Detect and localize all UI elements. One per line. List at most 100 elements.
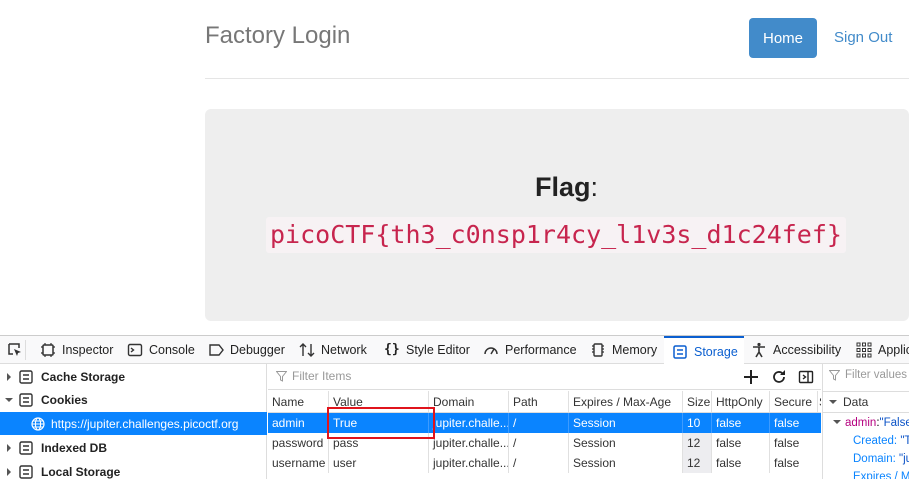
filter-placeholder: Filter Items (292, 369, 352, 383)
table-cell: / (508, 453, 568, 473)
storage-tree: Cache Storage Cookies https://jupiter.ch… (0, 364, 267, 479)
tab-application[interactable]: Applic (856, 336, 909, 364)
tab-console[interactable]: Console (127, 336, 195, 364)
table-cell: false (711, 453, 769, 473)
tree-item-cookie-host[interactable]: https://jupiter.challenges.picoctf.org (0, 412, 267, 435)
table-toolbar: Filter Items (268, 364, 821, 390)
storage-icon (19, 369, 33, 384)
devtools-toolbar: Inspector Console Debugger Network {} St… (0, 336, 909, 365)
column-header[interactable]: Size (682, 391, 711, 412)
tab-memory-label: Memory (612, 343, 658, 357)
tab-inspector[interactable]: Inspector (40, 336, 113, 364)
storage-icon (19, 440, 33, 455)
created-value: "Tu (900, 435, 909, 447)
table-cell[interactable]: user (328, 453, 428, 473)
tree-item-local-storage[interactable]: Local Storage (0, 460, 267, 479)
data-created: Created: "Tu (853, 435, 909, 447)
tab-application-label: Applic (878, 343, 909, 357)
table-cell: Session (568, 433, 682, 453)
tab-network[interactable]: Network (299, 336, 367, 364)
expand-arrow-icon[interactable] (5, 467, 13, 476)
data-domain: Domain: "ju (853, 453, 909, 465)
filter-items-input[interactable]: Filter Items (276, 369, 351, 383)
filter-values-input[interactable]: Filter values (829, 369, 907, 381)
collapse-arrow-icon[interactable] (5, 396, 13, 404)
table-cell: Session (568, 453, 682, 473)
sign-out-link[interactable]: Sign Out (834, 29, 892, 46)
column-header[interactable]: Path (508, 391, 568, 412)
debugger-icon (209, 344, 224, 356)
storage-icon (19, 392, 33, 407)
column-header[interactable]: S (817, 391, 821, 412)
table-cell: 12 (682, 453, 711, 473)
web-page: Factory Login Home Sign Out Flag: picoCT… (0, 0, 909, 335)
table-cell: 12 (682, 433, 711, 453)
tree-label: https://jupiter.challenges.picoctf.org (51, 416, 239, 431)
collapse-arrow-icon[interactable] (833, 418, 841, 426)
table-cell: Session (568, 413, 682, 433)
element-picker-icon[interactable] (4, 340, 26, 360)
tab-accessibility-label: Accessibility (773, 343, 842, 357)
table-cell: false (769, 453, 817, 473)
column-header[interactable]: Secure (769, 391, 817, 412)
tab-storage[interactable]: Storage (664, 336, 744, 365)
devtools-panel: Inspector Console Debugger Network {} St… (0, 335, 909, 479)
refresh-icon[interactable] (771, 369, 787, 385)
table-cell: admin (272, 416, 305, 430)
tree-label: Local Storage (41, 464, 121, 479)
console-icon (127, 343, 143, 357)
column-header[interactable]: HttpOnly (711, 391, 769, 412)
home-button[interactable]: Home (749, 18, 817, 58)
table-cell: false (711, 413, 769, 433)
tab-performance-label: Performance (505, 343, 577, 357)
tree-label: Indexed DB (41, 440, 108, 455)
table-cell: false (769, 433, 817, 453)
inspector-icon (41, 343, 55, 357)
tree-label: Cache Storage (41, 369, 126, 384)
tree-item-cache-storage[interactable]: Cache Storage (0, 365, 267, 388)
details-sidebar: Filter values Data admin:"False Created:… (822, 364, 909, 479)
filter-icon (829, 369, 840, 381)
tab-style-editor[interactable]: {} Style Editor (384, 336, 470, 364)
tab-storage-label: Storage (694, 344, 738, 359)
gauge-icon (484, 347, 498, 355)
tab-style-editor-label: Style Editor (406, 343, 470, 357)
expand-arrow-icon[interactable] (5, 372, 13, 381)
storage-icon (19, 464, 33, 479)
tab-accessibility[interactable]: Accessibility (751, 336, 841, 364)
tab-performance[interactable]: Performance (483, 336, 577, 364)
column-header[interactable]: Domain (428, 391, 508, 412)
accessibility-icon (753, 342, 765, 358)
expand-arrow-icon[interactable] (5, 443, 13, 452)
flag-panel (205, 109, 909, 321)
domain-value: "ju (899, 453, 909, 465)
flag-label: Flag (534, 172, 591, 202)
tree-item-cookies[interactable]: Cookies (0, 388, 267, 411)
data-expires: Expires / Ma (853, 471, 909, 479)
entry-value: "False (879, 417, 909, 429)
filter-values-placeholder: Filter values (845, 369, 907, 381)
table-cell: password (272, 436, 324, 450)
column-header[interactable]: Name (268, 391, 328, 412)
column-header[interactable]: Expires / Max-Age (568, 391, 682, 412)
domain-label: Domain: (853, 453, 896, 465)
data-entry[interactable]: admin:"False (833, 417, 909, 429)
created-label: Created: (853, 435, 898, 447)
flag-heading: Flag: (0, 172, 909, 203)
highlight-annotation (327, 407, 435, 439)
table-cell: false (711, 433, 769, 453)
tree-item-indexed-db[interactable]: Indexed DB (0, 436, 267, 459)
table-row[interactable]: username user jupiter.challe... / Sessio… (268, 453, 821, 473)
tab-debugger[interactable]: Debugger (208, 336, 285, 364)
add-item-icon[interactable] (743, 369, 759, 385)
collapse-arrow-icon[interactable] (829, 398, 837, 406)
table-cell: jupiter.challe... (428, 433, 508, 453)
table-cell: 10 (682, 413, 711, 433)
data-section-header[interactable]: Data (823, 391, 909, 413)
expires-label: Expires / Ma (853, 471, 909, 479)
toggle-sidebar-icon[interactable] (798, 369, 814, 385)
globe-icon (31, 416, 45, 431)
braces-icon: {} (384, 342, 400, 357)
tab-memory[interactable]: Memory (590, 336, 657, 364)
tab-console-label: Console (149, 343, 195, 357)
